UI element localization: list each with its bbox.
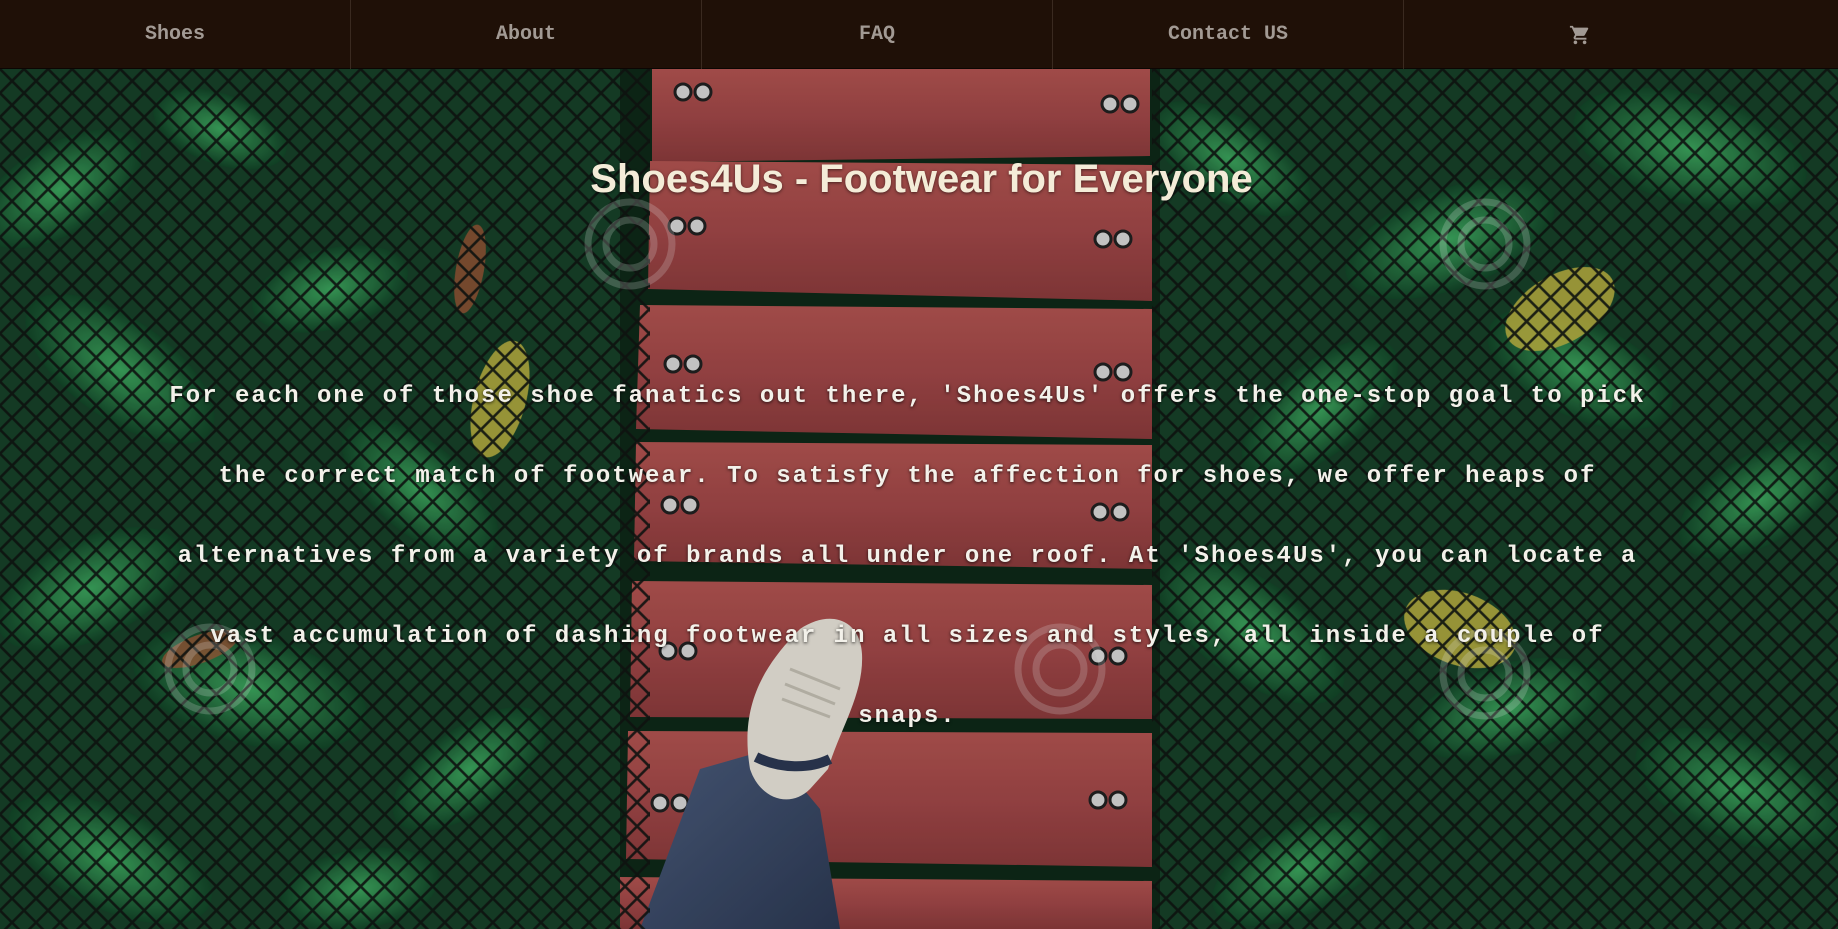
nav-link-faq[interactable]: FAQ bbox=[702, 0, 1053, 69]
cart-button[interactable] bbox=[1404, 0, 1755, 69]
nav-link-contact-us[interactable]: Contact US bbox=[1053, 0, 1404, 69]
shopping-cart-icon bbox=[1569, 25, 1588, 44]
nav-link-shoes[interactable]: Shoes bbox=[0, 0, 351, 69]
nav-link-about[interactable]: About bbox=[351, 0, 702, 69]
hero-title: Shoes4Us - Footwear for Everyone bbox=[590, 157, 1253, 201]
top-navbar: Shoes About FAQ Contact US bbox=[0, 0, 1838, 69]
hero-description: For each one of those shoe fanatics out … bbox=[169, 383, 1646, 730]
hero-section: Shoes4Us - Footwear for Everyone For eac… bbox=[0, 69, 1838, 929]
